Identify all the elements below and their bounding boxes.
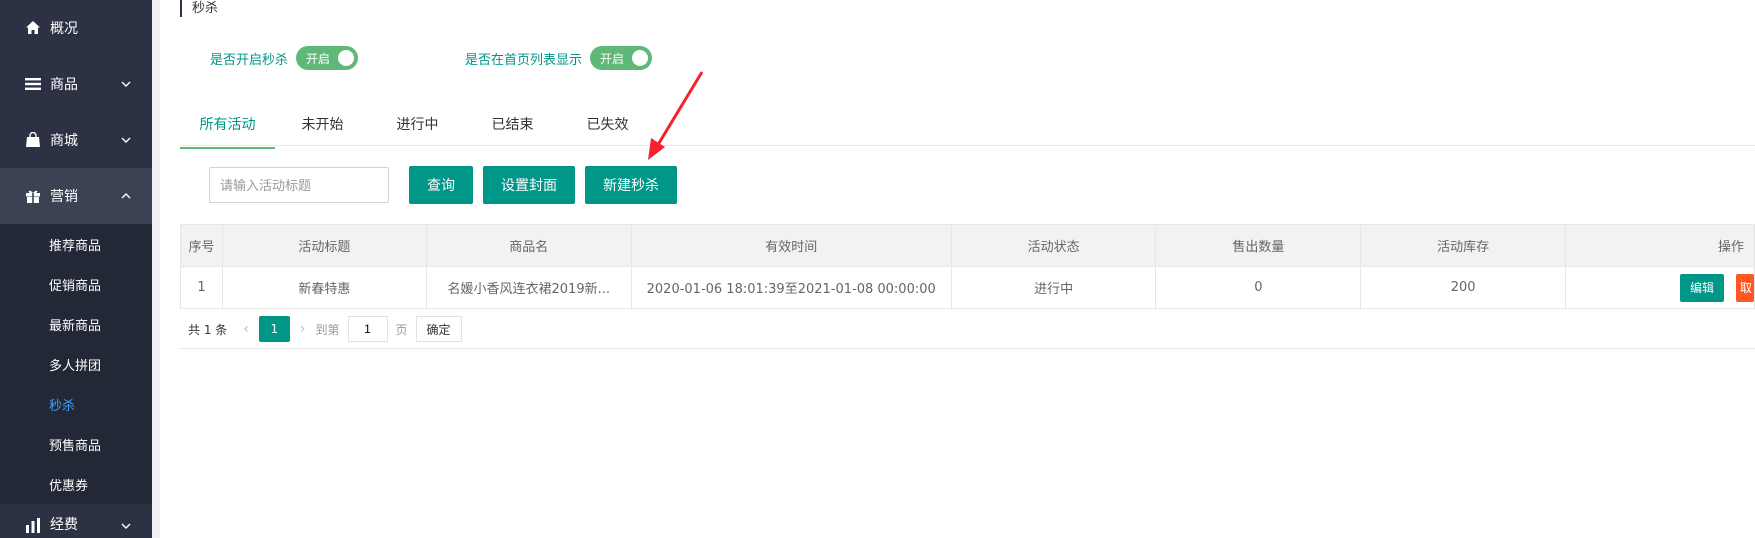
sidebar-item-flash-sale[interactable]: 秒杀 bbox=[0, 384, 152, 424]
sidebar-item-mall[interactable]: 商城 bbox=[0, 112, 152, 168]
sidebar-item-marketing[interactable]: 营销 bbox=[0, 168, 152, 224]
marketing-submenu: 推荐商品 促销商品 最新商品 多人拼团 秒杀 预售商品 优惠券 bbox=[0, 224, 152, 504]
cell-status: 进行中 bbox=[951, 266, 1157, 309]
sidebar-item-products[interactable]: 商品 bbox=[0, 56, 152, 112]
switch-text: 开启 bbox=[306, 51, 331, 66]
sidebar-item-funds[interactable]: 经费 bbox=[0, 504, 152, 534]
activity-table: 序号 活动标题 商品名 有效时间 活动状态 售出数量 活动库存 操作 1 新春特… bbox=[180, 224, 1755, 309]
homepage-display-switch[interactable]: 开启 bbox=[590, 46, 653, 70]
new-flash-sale-button[interactable]: 新建秒杀 bbox=[585, 166, 677, 204]
sidebar-item-presale[interactable]: 预售商品 bbox=[0, 424, 152, 464]
sidebar-item-label: 商品 bbox=[50, 77, 78, 93]
sidebar-item-label: 商城 bbox=[50, 133, 78, 149]
switch-knob bbox=[632, 50, 649, 66]
switch-knob bbox=[338, 50, 355, 66]
switch-text: 开启 bbox=[600, 51, 625, 66]
sidebar: 概况 商品 商城 营销 推荐商品 促销商品 最新商品 多人拼团 秒杀 预售商品 … bbox=[0, 0, 152, 538]
toolbar: 查询 设置封面 新建秒杀 bbox=[209, 166, 677, 204]
homepage-display-label: 是否在首页列表显示 bbox=[465, 52, 583, 68]
shopping-bag-icon bbox=[24, 131, 42, 149]
sidebar-item-recommended[interactable]: 推荐商品 bbox=[0, 224, 152, 264]
sidebar-divider bbox=[152, 0, 160, 538]
enable-flash-sale-setting: 是否开启秒杀 开启 bbox=[210, 46, 359, 70]
header-product: 商品名 bbox=[426, 224, 632, 267]
sidebar-item-label: 经费 bbox=[50, 517, 78, 533]
header-actions: 操作 bbox=[1565, 224, 1755, 267]
sidebar-item-promotion[interactable]: 促销商品 bbox=[0, 264, 152, 304]
page-unit-label: 页 bbox=[395, 322, 408, 337]
chevron-up-icon bbox=[121, 193, 131, 199]
main-content: 秒杀 是否开启秒杀 开启 是否在首页列表显示 开启 所有活动 未开始 进行中 已… bbox=[160, 0, 1755, 538]
sidebar-item-newest[interactable]: 最新商品 bbox=[0, 304, 152, 344]
confirm-page-button[interactable]: 确定 bbox=[415, 316, 462, 342]
sidebar-item-label: 概况 bbox=[50, 21, 78, 37]
tab-expired[interactable]: 已失效 bbox=[560, 110, 655, 145]
tab-ended[interactable]: 已结束 bbox=[465, 110, 560, 145]
set-cover-button[interactable]: 设置封面 bbox=[483, 166, 575, 204]
chevron-down-icon bbox=[121, 523, 131, 529]
home-icon bbox=[24, 19, 42, 37]
enable-flash-sale-label: 是否开启秒杀 bbox=[210, 52, 289, 68]
sidebar-item-coupons[interactable]: 优惠券 bbox=[0, 464, 152, 504]
edit-button[interactable]: 编辑 bbox=[1679, 273, 1724, 302]
cancel-button[interactable]: 取 bbox=[1736, 273, 1754, 302]
cell-product: 名媛小香风连衣裙2019新... bbox=[426, 266, 632, 309]
sidebar-item-overview[interactable]: 概况 bbox=[0, 0, 152, 56]
chevron-down-icon bbox=[121, 81, 131, 87]
search-input[interactable] bbox=[209, 167, 389, 203]
header-period: 有效时间 bbox=[631, 224, 952, 267]
next-page-icon[interactable]: › bbox=[300, 321, 306, 337]
cell-actions: 编辑取 bbox=[1565, 266, 1755, 309]
page-1-button[interactable]: 1 bbox=[258, 316, 290, 342]
chevron-down-icon bbox=[121, 137, 131, 143]
tab-not-started[interactable]: 未开始 bbox=[275, 110, 370, 145]
header-index: 序号 bbox=[180, 224, 223, 267]
cell-sold: 0 bbox=[1155, 266, 1362, 309]
pagination: 共 1 条 ‹ 1 › 到第 页 确定 bbox=[180, 310, 1755, 349]
homepage-display-setting: 是否在首页列表显示 开启 bbox=[465, 46, 653, 70]
header-status: 活动状态 bbox=[951, 224, 1157, 267]
cell-title: 新春特惠 bbox=[222, 266, 427, 309]
header-sold: 售出数量 bbox=[1155, 224, 1362, 267]
cell-stock: 200 bbox=[1360, 266, 1567, 309]
gift-icon bbox=[24, 187, 42, 205]
page-number-input[interactable] bbox=[347, 316, 388, 342]
cell-product-text: 名媛小香风连衣裙2019新... bbox=[447, 282, 610, 297]
sidebar-item-label: 营销 bbox=[50, 189, 78, 205]
table-row: 1 新春特惠 名媛小香风连衣裙2019新... 2020-01-06 18:01… bbox=[180, 266, 1755, 309]
table-header-row: 序号 活动标题 商品名 有效时间 活动状态 售出数量 活动库存 操作 bbox=[180, 224, 1755, 267]
query-button[interactable]: 查询 bbox=[409, 166, 473, 204]
enable-flash-sale-switch[interactable]: 开启 bbox=[296, 46, 359, 70]
prev-page-icon[interactable]: ‹ bbox=[243, 321, 249, 337]
tab-in-progress[interactable]: 进行中 bbox=[370, 110, 465, 145]
goto-label: 到第 bbox=[315, 322, 340, 337]
tab-all[interactable]: 所有活动 bbox=[180, 110, 275, 149]
cell-index: 1 bbox=[180, 266, 223, 309]
cell-period: 2020-01-06 18:01:39至2021-01-08 00:00:00 bbox=[631, 266, 952, 309]
header-stock: 活动库存 bbox=[1360, 224, 1567, 267]
status-tabs: 所有活动 未开始 进行中 已结束 已失效 bbox=[180, 110, 1755, 149]
sidebar-item-group-buy[interactable]: 多人拼团 bbox=[0, 344, 152, 384]
chart-icon bbox=[24, 516, 42, 534]
header-title: 活动标题 bbox=[222, 224, 427, 267]
total-count: 共 1 条 bbox=[188, 322, 228, 337]
breadcrumb: 秒杀 bbox=[180, 0, 218, 17]
list-icon bbox=[24, 75, 42, 93]
